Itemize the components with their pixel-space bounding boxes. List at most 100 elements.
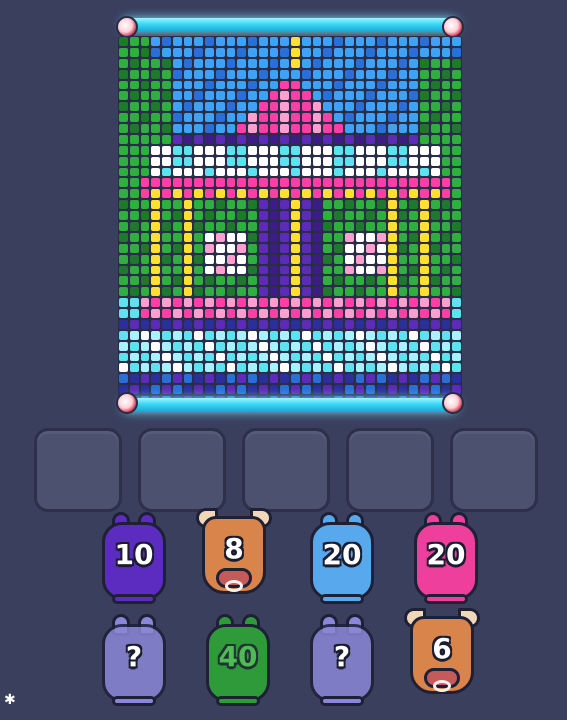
pixel-cell bbox=[129, 200, 139, 210]
pixel-cell bbox=[441, 319, 451, 329]
queue-slot[interactable] bbox=[346, 428, 434, 512]
pixel-cell bbox=[119, 124, 128, 133]
pixel-cell bbox=[162, 189, 171, 199]
pixel-cell bbox=[119, 58, 128, 68]
blob-shooter[interactable]: 10 bbox=[96, 512, 172, 604]
pixel-cell bbox=[323, 254, 332, 264]
pixel-cell bbox=[344, 243, 354, 253]
pixel-cell bbox=[398, 58, 408, 68]
pixel-cell bbox=[452, 124, 461, 133]
pixel-cell bbox=[291, 69, 300, 79]
pixel-cell bbox=[237, 254, 246, 264]
pixel-cell bbox=[205, 102, 214, 112]
pixel-cell bbox=[291, 319, 300, 329]
pixel-cell bbox=[194, 330, 203, 340]
pixel-cell bbox=[398, 69, 408, 79]
pixel-cell bbox=[151, 91, 160, 101]
pixel-cell bbox=[398, 265, 408, 275]
pixel-cell bbox=[452, 167, 461, 177]
pixel-cell bbox=[301, 178, 311, 188]
pixel-cell bbox=[269, 102, 279, 112]
pixel-cell bbox=[387, 330, 397, 340]
pixel-cell bbox=[355, 145, 365, 155]
pixel-cell bbox=[409, 189, 418, 199]
pixel-cell bbox=[387, 222, 397, 231]
hidden-shooter[interactable]: ? bbox=[96, 614, 172, 706]
pixel-cell bbox=[194, 91, 203, 101]
pixel-cell bbox=[398, 37, 408, 46]
queue-slot[interactable] bbox=[450, 428, 538, 512]
pixel-cell bbox=[280, 189, 289, 199]
pixel-cell bbox=[258, 37, 268, 46]
blob-shooter[interactable]: 20 bbox=[408, 512, 484, 604]
pixel-cell bbox=[129, 330, 139, 340]
pixel-cell bbox=[269, 265, 279, 275]
pixel-cell bbox=[387, 341, 397, 351]
pixel-cell bbox=[205, 330, 214, 340]
pixel-cell bbox=[430, 385, 440, 395]
pixel-cell bbox=[387, 102, 397, 112]
pixel-cell bbox=[119, 243, 128, 253]
pixel-cell bbox=[205, 211, 214, 220]
pixel-cell bbox=[215, 222, 225, 231]
pixel-cell bbox=[441, 243, 451, 253]
pixel-cell bbox=[248, 254, 257, 264]
pixel-cell bbox=[355, 178, 365, 188]
pixel-cell bbox=[215, 309, 225, 318]
pixel-cell bbox=[226, 385, 236, 395]
pixel-cell bbox=[355, 309, 365, 318]
pixel-cell bbox=[129, 102, 139, 112]
pixel-cell bbox=[248, 80, 257, 90]
queue-slot[interactable] bbox=[138, 428, 226, 512]
bull-shooter[interactable]: 8 bbox=[196, 506, 272, 598]
pixel-cell bbox=[172, 37, 182, 46]
blob-shooter[interactable]: 20 bbox=[304, 512, 380, 604]
pixel-cell bbox=[312, 102, 322, 112]
pixel-cell bbox=[226, 298, 236, 308]
pixel-cell bbox=[409, 91, 418, 101]
pixel-cell bbox=[129, 37, 139, 46]
pixel-cell bbox=[226, 363, 236, 373]
pixel-cell bbox=[301, 341, 311, 351]
pixel-cell bbox=[215, 265, 225, 275]
pixel-cell bbox=[269, 156, 279, 166]
pixel-cell bbox=[258, 298, 268, 308]
pixel-cell bbox=[183, 287, 193, 297]
pixel-cell bbox=[366, 222, 375, 231]
pixel-cell bbox=[151, 265, 160, 275]
blob-shooter[interactable]: 40 bbox=[200, 614, 276, 706]
pixel-cell bbox=[205, 276, 214, 286]
pixel-cell bbox=[215, 80, 225, 90]
hidden-shooter[interactable]: ? bbox=[304, 614, 380, 706]
pixel-cell bbox=[119, 374, 128, 384]
gear-icon[interactable]: ✱ bbox=[4, 692, 16, 708]
queue-slot[interactable] bbox=[242, 428, 330, 512]
pixel-cell bbox=[355, 47, 365, 57]
pixel-cell bbox=[172, 265, 182, 275]
bull-shooter[interactable]: 6 bbox=[404, 606, 480, 698]
pixel-cell bbox=[237, 200, 246, 210]
pixel-cell bbox=[258, 167, 268, 177]
pixel-cell bbox=[398, 330, 408, 340]
pixel-cell bbox=[398, 385, 408, 395]
pixel-cell bbox=[258, 145, 268, 155]
pixel-cell bbox=[323, 309, 332, 318]
pixel-cell bbox=[452, 91, 461, 101]
pixel-cell bbox=[344, 276, 354, 286]
pixel-cell bbox=[355, 189, 365, 199]
pixel-cell bbox=[172, 91, 182, 101]
pixel-cell bbox=[129, 80, 139, 90]
pixel-cell bbox=[183, 58, 193, 68]
pixel-cell bbox=[183, 352, 193, 362]
pixel-cell bbox=[387, 232, 397, 242]
pixel-cell bbox=[344, 134, 354, 144]
pixel-cell bbox=[226, 232, 236, 242]
queue-slots bbox=[34, 428, 544, 514]
pixel-cell bbox=[172, 330, 182, 340]
pixel-cell bbox=[248, 243, 257, 253]
pixel-cell bbox=[366, 156, 375, 166]
pixel-cell bbox=[269, 385, 279, 395]
pixel-cell bbox=[280, 80, 289, 90]
pixel-cell bbox=[205, 287, 214, 297]
queue-slot[interactable] bbox=[34, 428, 122, 512]
